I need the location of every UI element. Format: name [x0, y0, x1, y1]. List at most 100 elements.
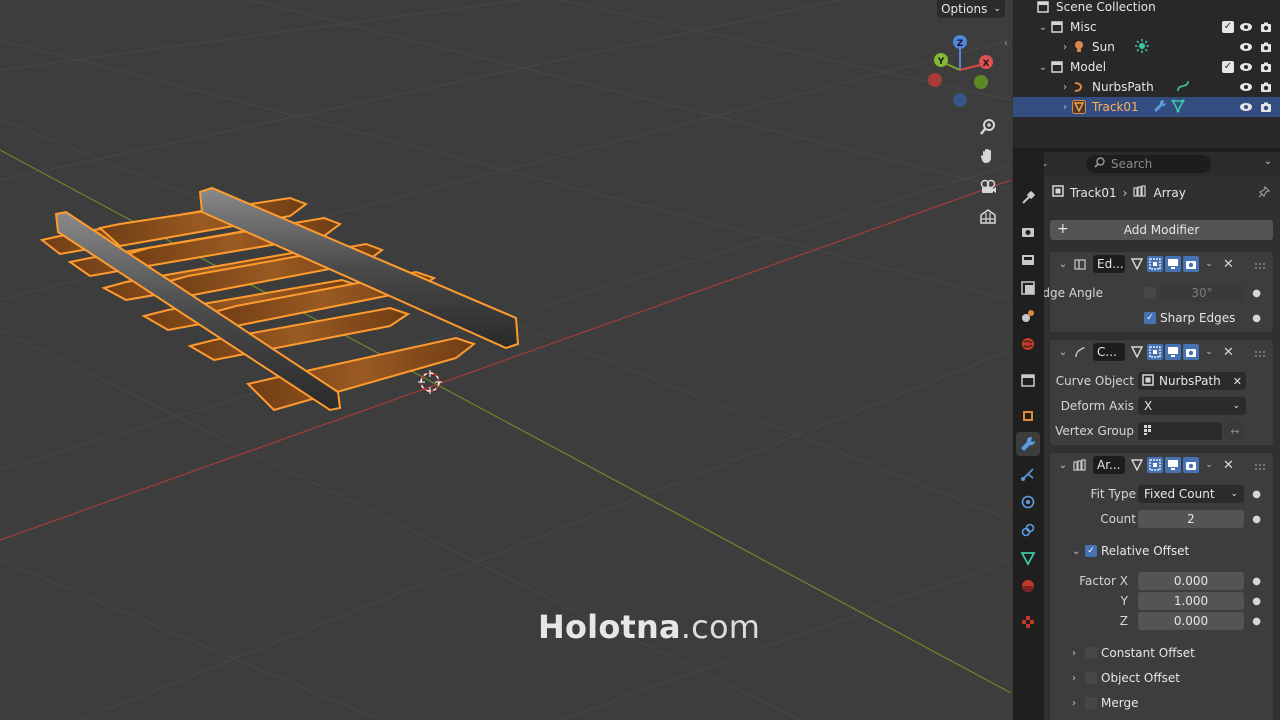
modifier-name-field[interactable]: Ed... — [1093, 255, 1125, 273]
add-modifier-button[interactable]: + Add Modifier — [1050, 220, 1273, 240]
data-tab-icon[interactable] — [1016, 546, 1040, 570]
deform-axis-select[interactable]: X ⌄ — [1138, 397, 1246, 415]
fit-type-select[interactable]: Fixed Count ⌄ — [1138, 485, 1244, 503]
factor-z-field[interactable]: 0.000 — [1138, 612, 1244, 630]
chevron-down-icon[interactable]: ⌄ — [1056, 460, 1070, 471]
chevron-right-icon[interactable]: › — [1072, 673, 1076, 684]
close-icon[interactable]: ✕ — [1223, 458, 1234, 473]
drag-handle-icon[interactable] — [1255, 460, 1267, 474]
outliner-row-misc[interactable]: ⌄ Misc ✓ — [1013, 17, 1280, 37]
hand-icon[interactable] — [975, 143, 1001, 169]
relative-offset-checkbox[interactable]: ✓ — [1085, 545, 1097, 557]
edit-mode-icon[interactable] — [1147, 344, 1163, 360]
render-camera-icon[interactable] — [1258, 100, 1274, 114]
texture-tab-icon[interactable] — [1016, 610, 1040, 634]
edit-mode-icon[interactable] — [1147, 457, 1163, 473]
world-tab-icon[interactable] — [1016, 332, 1040, 356]
keyframe-dot-icon[interactable]: ● — [1252, 313, 1261, 324]
render-icon[interactable] — [1183, 256, 1199, 272]
invert-arrows-icon[interactable]: ↔ — [1224, 422, 1246, 440]
options-dropdown[interactable]: Options ⌄ — [937, 0, 1005, 18]
output-tab-icon[interactable] — [1016, 248, 1040, 272]
modifier-name-field[interactable]: C... — [1093, 343, 1125, 361]
render-tab-icon[interactable] — [1016, 220, 1040, 244]
eye-icon[interactable] — [1238, 20, 1254, 34]
physics-tab-icon[interactable] — [1016, 490, 1040, 514]
constant-offset-subpanel-header[interactable]: › Constant Offset — [1050, 643, 1273, 663]
outliner[interactable]: Scene Collection ⌄ Misc ✓ › Sun ⌄ Model … — [1013, 0, 1280, 148]
viewport-display-icon[interactable] — [1165, 256, 1181, 272]
pin-icon[interactable] — [1258, 185, 1271, 201]
sharp-edges-checkbox[interactable]: ✓ — [1144, 312, 1156, 324]
material-tab-icon[interactable] — [1016, 574, 1040, 598]
edge-angle-field[interactable]: 30° — [1160, 284, 1244, 302]
viewport-display-icon[interactable] — [1165, 344, 1181, 360]
chevron-right-icon[interactable]: › — [1072, 648, 1076, 659]
eye-icon[interactable] — [1238, 60, 1254, 74]
render-icon[interactable] — [1183, 344, 1199, 360]
outliner-row-track01[interactable]: › Track01 — [1013, 97, 1280, 117]
navigation-gizmo[interactable]: Z X Y — [928, 35, 993, 107]
grid-icon[interactable] — [975, 204, 1001, 230]
eye-icon[interactable] — [1238, 80, 1254, 94]
merge-subpanel-header[interactable]: › Merge — [1050, 693, 1273, 713]
tool-tab-icon[interactable] — [1016, 186, 1040, 210]
search-input[interactable]: Search — [1086, 155, 1211, 173]
chevron-down-icon[interactable]: ⌄ — [1201, 256, 1217, 272]
outliner-row-sun[interactable]: › Sun — [1013, 37, 1280, 57]
constraints-tab-icon[interactable] — [1016, 518, 1040, 542]
constant-offset-checkbox[interactable] — [1085, 647, 1097, 659]
3d-viewport[interactable]: Z X Y ‹ Options ⌄ Holotna.com — [0, 0, 1011, 720]
chevron-down-icon[interactable]: ⌄ — [1056, 347, 1070, 358]
factor-x-field[interactable]: 0.000 — [1138, 572, 1244, 590]
scene-tab-icon[interactable] — [1016, 304, 1040, 328]
modifier-tab-wrench-icon[interactable] — [1016, 432, 1040, 456]
keyframe-dot-icon[interactable]: ● — [1252, 596, 1261, 607]
edge-split-modifier-header[interactable]: ⌄ Ed... ⌄ ✕ — [1050, 252, 1273, 276]
chevron-down-icon[interactable]: ⌄ — [1056, 259, 1070, 270]
render-camera-icon[interactable] — [1258, 20, 1274, 34]
edit-mode-cage-icon[interactable] — [1129, 457, 1145, 473]
curve-object-field[interactable]: NurbsPath ✕ — [1138, 372, 1246, 390]
edit-mode-cage-icon[interactable] — [1129, 344, 1145, 360]
outliner-row-nurbspath[interactable]: › NurbsPath — [1013, 77, 1280, 97]
relative-offset-subpanel-header[interactable]: ⌄ ✓ Relative Offset — [1050, 541, 1273, 561]
object-offset-checkbox[interactable] — [1085, 672, 1097, 684]
render-camera-icon[interactable] — [1258, 40, 1274, 54]
render-camera-icon[interactable] — [1258, 80, 1274, 94]
chevron-right-icon[interactable]: › — [1072, 698, 1076, 709]
outliner-row-model[interactable]: ⌄ Model ✓ — [1013, 57, 1280, 77]
edit-mode-cage-icon[interactable] — [1129, 256, 1145, 272]
chevron-down-icon[interactable]: ⌄ — [1072, 546, 1080, 557]
outliner-row-scene-collection[interactable]: Scene Collection — [1013, 0, 1280, 17]
viewport-display-icon[interactable] — [1165, 457, 1181, 473]
chevron-down-icon[interactable]: ⌄ — [1037, 62, 1049, 73]
chevron-down-icon[interactable]: ⌄ — [1264, 156, 1272, 167]
chevron-right-icon[interactable]: › — [1059, 82, 1071, 93]
drag-handle-icon[interactable] — [1255, 347, 1267, 361]
curve-modifier-header[interactable]: ⌄ C... ⌄ ✕ — [1050, 340, 1273, 364]
keyframe-dot-icon[interactable]: ● — [1252, 514, 1261, 525]
exclude-checkbox[interactable]: ✓ — [1222, 61, 1234, 73]
clear-icon[interactable]: ✕ — [1233, 375, 1242, 388]
close-icon[interactable]: ✕ — [1223, 257, 1234, 272]
keyframe-dot-icon[interactable]: ● — [1252, 616, 1261, 627]
chevron-down-icon[interactable]: ⌄ — [1201, 457, 1217, 473]
modifier-name-field[interactable]: Ar... — [1093, 456, 1125, 474]
chevron-right-icon[interactable]: › — [1059, 102, 1071, 113]
chevron-down-icon[interactable]: ⌄ — [1201, 344, 1217, 360]
drag-handle-icon[interactable] — [1255, 259, 1267, 273]
exclude-checkbox[interactable]: ✓ — [1222, 21, 1234, 33]
camera-icon[interactable] — [975, 174, 1001, 200]
railway-track-model[interactable] — [39, 186, 520, 412]
collection-tab-icon[interactable] — [1016, 368, 1040, 392]
merge-checkbox[interactable] — [1085, 697, 1097, 709]
chevron-down-icon[interactable]: ⌄ — [1037, 22, 1049, 33]
keyframe-dot-icon[interactable]: ● — [1252, 489, 1261, 500]
close-icon[interactable]: ✕ — [1223, 345, 1234, 360]
view-layer-tab-icon[interactable] — [1016, 276, 1040, 300]
keyframe-dot-icon[interactable]: ● — [1252, 576, 1261, 587]
render-icon[interactable] — [1183, 457, 1199, 473]
factor-y-field[interactable]: 1.000 — [1138, 592, 1244, 610]
vertex-group-field[interactable] — [1138, 422, 1222, 440]
